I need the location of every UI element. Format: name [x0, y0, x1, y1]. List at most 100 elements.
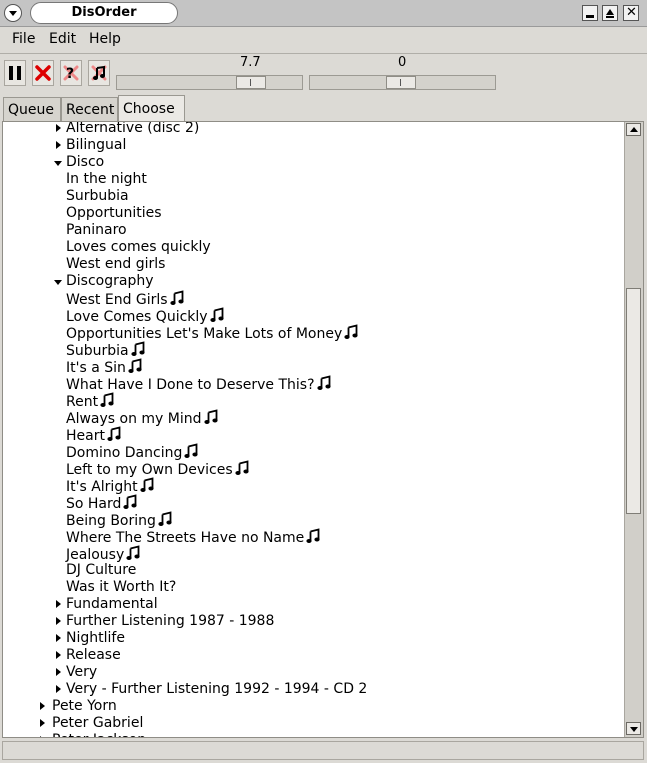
- menu-help[interactable]: Help: [89, 31, 121, 47]
- vertical-scrollbar[interactable]: [624, 122, 643, 737]
- expander-closed-icon[interactable]: [56, 668, 61, 676]
- pause-button[interactable]: [4, 60, 26, 86]
- remove-button[interactable]: [32, 60, 54, 86]
- tree-row-text: Always on my Mind: [66, 411, 202, 427]
- volume-slider[interactable]: [116, 75, 303, 90]
- maximize-icon[interactable]: [602, 5, 618, 21]
- tree-folder-row[interactable]: Fundamental: [3, 596, 623, 613]
- tree-row-text: Where The Streets Have no Name: [66, 530, 305, 546]
- scroll-up-icon[interactable]: [626, 123, 641, 136]
- tree-folder-row[interactable]: Discography: [3, 273, 623, 290]
- tree-track-row[interactable]: In the night: [3, 171, 623, 188]
- tree-row-label: Paninaro: [66, 222, 127, 239]
- remove-icon: [35, 65, 51, 81]
- tree-track-row[interactable]: Jealousy: [3, 545, 623, 563]
- minimize-icon[interactable]: [582, 5, 598, 21]
- expander-closed-icon[interactable]: [56, 634, 61, 642]
- expander-closed-icon[interactable]: [56, 617, 61, 625]
- tree-track-row[interactable]: Suburbia: [3, 341, 623, 359]
- tree-folder-row[interactable]: Very - Further Listening 1992 - 1994 - C…: [3, 681, 623, 698]
- tree-track-row[interactable]: It's Alright: [3, 477, 623, 495]
- tree-row-text: Very: [66, 664, 98, 680]
- tree-track-row[interactable]: Always on my Mind: [3, 409, 623, 427]
- tree-track-row[interactable]: So Hard: [3, 494, 623, 512]
- tree-folder-row[interactable]: Bilingual: [3, 137, 623, 154]
- tree-row-label: Loves comes quickly: [66, 239, 211, 256]
- tree-track-row[interactable]: Opportunities Let's Make Lots of Money: [3, 324, 623, 342]
- tree-row-text: It's Alright: [66, 479, 138, 495]
- toolbar-divider: [0, 53, 647, 54]
- tree-track-row[interactable]: Where The Streets Have no Name: [3, 528, 623, 546]
- tree-track-row[interactable]: Left to my Own Devices: [3, 460, 623, 478]
- tree-row-text: Nightlife: [66, 630, 125, 646]
- tree-folder-row[interactable]: Alternative (disc 2): [3, 122, 623, 137]
- tree-track-row[interactable]: Loves comes quickly: [3, 239, 623, 256]
- tree-row-text: In the night: [66, 171, 147, 187]
- close-icon[interactable]: ✕: [623, 5, 639, 21]
- svg-text:?: ?: [66, 66, 74, 82]
- random-button[interactable]: ?: [60, 60, 82, 86]
- tree-track-row[interactable]: DJ Culture: [3, 562, 623, 579]
- expander-open-icon[interactable]: [54, 161, 62, 166]
- tree-row-text: Peter Gabriel: [52, 715, 144, 731]
- tree-row-text: So Hard: [66, 496, 122, 512]
- tree-row-label: Disco: [66, 154, 104, 171]
- balance-slider-thumb[interactable]: [386, 76, 416, 89]
- tree-row-label: In the night: [66, 171, 147, 188]
- expander-closed-icon[interactable]: [40, 702, 45, 710]
- expander-closed-icon[interactable]: [40, 736, 45, 737]
- menu-file[interactable]: File: [12, 31, 35, 47]
- tree-folder-row[interactable]: Disco: [3, 154, 623, 171]
- tree-folder-row[interactable]: Pete Yorn: [3, 698, 623, 715]
- tree-track-row[interactable]: Was it Worth It?: [3, 579, 623, 596]
- scroll-down-icon[interactable]: [626, 722, 641, 735]
- expander-closed-icon[interactable]: [56, 124, 61, 132]
- expander-closed-icon[interactable]: [56, 600, 61, 608]
- tree-row-text: It's a Sin: [66, 360, 126, 376]
- expander-closed-icon[interactable]: [40, 719, 45, 727]
- tree-row-label: Fundamental: [66, 596, 158, 613]
- balance-slider[interactable]: [309, 75, 496, 90]
- tree-folder-row[interactable]: Very: [3, 664, 623, 681]
- tree-row-text: Release: [66, 647, 121, 663]
- tree-track-row[interactable]: Rent: [3, 392, 623, 410]
- tree-row-text: Left to my Own Devices: [66, 462, 233, 478]
- tree-row-label: Release: [66, 647, 121, 664]
- tree-track-row[interactable]: West end girls: [3, 256, 623, 273]
- tab-choose[interactable]: Choose: [118, 95, 185, 122]
- tree-track-row[interactable]: Heart: [3, 426, 623, 444]
- tree-track-row[interactable]: What Have I Done to Deserve This?: [3, 375, 623, 393]
- scrollbar-thumb[interactable]: [626, 288, 641, 514]
- expander-open-icon[interactable]: [54, 280, 62, 285]
- tree-row-label: Nightlife: [66, 630, 125, 647]
- tree-row-text: Love Comes Quickly: [66, 309, 208, 325]
- tree-track-row[interactable]: It's a Sin: [3, 358, 623, 376]
- tree-folder-row[interactable]: Peter Gabriel: [3, 715, 623, 732]
- tree-folder-row[interactable]: Further Listening 1987 - 1988: [3, 613, 623, 630]
- tree-track-row[interactable]: Being Boring: [3, 511, 623, 529]
- tree-folder-row[interactable]: Nightlife: [3, 630, 623, 647]
- tree-track-row[interactable]: Love Comes Quickly: [3, 307, 623, 325]
- tree-row-label: Very: [66, 664, 97, 681]
- tree-folder-row[interactable]: Release: [3, 647, 623, 664]
- music-note-icon: [91, 65, 107, 81]
- volume-slider-thumb[interactable]: [236, 76, 266, 89]
- tab-queue[interactable]: Queue: [3, 97, 61, 121]
- tree-track-row[interactable]: Domino Dancing: [3, 443, 623, 461]
- window-menu-icon[interactable]: [4, 4, 22, 22]
- tab-recent[interactable]: Recent: [61, 97, 118, 121]
- tree-row-label: Discography: [66, 273, 154, 290]
- tree-track-row[interactable]: Surbubia: [3, 188, 623, 205]
- menu-edit[interactable]: Edit: [49, 31, 76, 47]
- tree-track-row[interactable]: Opportunities: [3, 205, 623, 222]
- tree-folder-row[interactable]: Peter Jackson: [3, 732, 623, 737]
- expander-closed-icon[interactable]: [56, 685, 61, 693]
- expander-closed-icon[interactable]: [56, 141, 61, 149]
- tree-row-text: Discography: [66, 273, 154, 289]
- expander-closed-icon[interactable]: [56, 651, 61, 659]
- tree-track-row[interactable]: Paninaro: [3, 222, 623, 239]
- disable-play-button[interactable]: [88, 60, 110, 86]
- tree-row-text: Jealousy: [66, 547, 125, 563]
- tree-row-text: Domino Dancing: [66, 445, 183, 461]
- tree-track-row[interactable]: West End Girls: [3, 290, 623, 308]
